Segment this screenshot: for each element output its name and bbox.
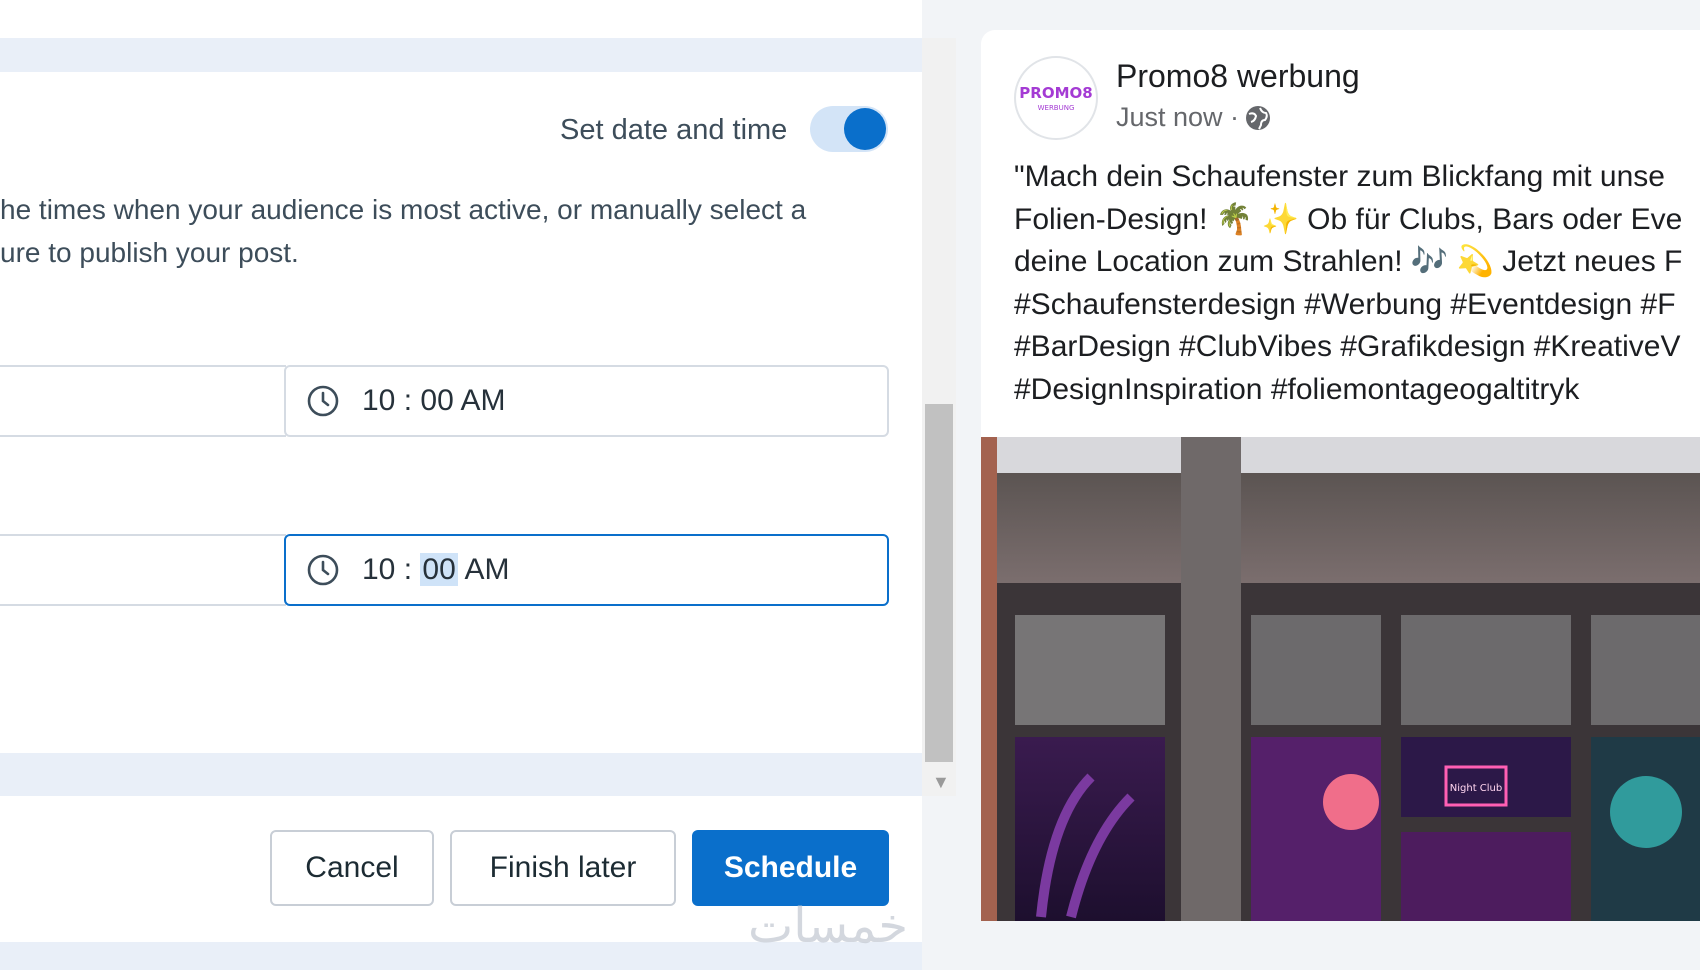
neon-sign-text: Night Club <box>1450 783 1503 794</box>
post-text-line: #Schaufensterdesign #Werbung #Eventdesig… <box>1014 287 1676 321</box>
minute-segment-selected[interactable]: 00 <box>420 553 458 586</box>
period-segment[interactable]: AM <box>460 384 505 417</box>
time-field-1[interactable]: 10 : 00 AM <box>284 365 889 437</box>
time-value-1: 10 : 00 AM <box>362 384 505 418</box>
page-avatar: PROMO8 WERBUNG <box>1014 56 1098 140</box>
post-text-line: Folien-Design! 🌴 ✨ Ob für Clubs, Bars od… <box>1014 202 1683 236</box>
chevron-down-icon[interactable]: ▼ <box>932 772 950 793</box>
post-text: "Mach dein Schaufenster zum Blickfang mi… <box>1014 156 1700 411</box>
post-text-line: #BarDesign #ClubVibes #Grafikdesign #Kre… <box>1014 330 1681 363</box>
date-field-1[interactable] <box>0 365 286 437</box>
previous-section-bottom <box>0 0 922 38</box>
date-field-2[interactable] <box>0 534 286 606</box>
post-text-line: #DesignInspiration #foliemontageogaltitr… <box>1014 372 1580 406</box>
post-text-line: deine Location zum Strahlen! 🎶 💫 Jetzt n… <box>1014 245 1683 278</box>
description-line-2: ure to publish your post. <box>0 237 299 268</box>
globe-icon <box>1246 106 1270 130</box>
finish-later-button[interactable]: Finish later <box>450 830 676 906</box>
promo8-logo: PROMO8 WERBUNG <box>1019 84 1092 112</box>
minute-segment[interactable]: 00 <box>420 384 453 417</box>
logo-subtext: WERBUNG <box>1038 104 1075 112</box>
clock-icon <box>307 554 339 586</box>
time-separator: : <box>395 384 421 417</box>
toggle-knob <box>844 108 886 150</box>
time-separator: : <box>395 553 421 586</box>
clock-icon <box>307 385 339 417</box>
scrollbar-thumb[interactable] <box>925 404 953 762</box>
time-value-2: 10 : 00 AM <box>362 553 509 587</box>
hour-segment[interactable]: 10 <box>362 553 395 586</box>
time-field-2[interactable]: 10 : 00 AM <box>284 534 889 606</box>
post-timestamp: Just now · <box>1116 102 1240 132</box>
page-name[interactable]: Promo8 werbung <box>1116 58 1360 95</box>
description-line-1: he times when your audience is most acti… <box>0 194 807 225</box>
watermark: خمسات <box>748 898 909 954</box>
post-image: Night Club <box>981 437 1700 921</box>
logo-text: PROMO8 <box>1019 84 1092 102</box>
post-text-line: "Mach dein Schaufenster zum Blickfang mi… <box>1014 160 1665 193</box>
hour-segment[interactable]: 10 <box>362 384 395 417</box>
cancel-button[interactable]: Cancel <box>270 830 434 906</box>
schedule-button[interactable]: Schedule <box>692 830 889 906</box>
period-segment[interactable]: AM <box>464 553 509 586</box>
set-date-time-label: Set date and time <box>560 114 788 146</box>
scheduling-description: he times when your audience is most acti… <box>0 188 880 274</box>
